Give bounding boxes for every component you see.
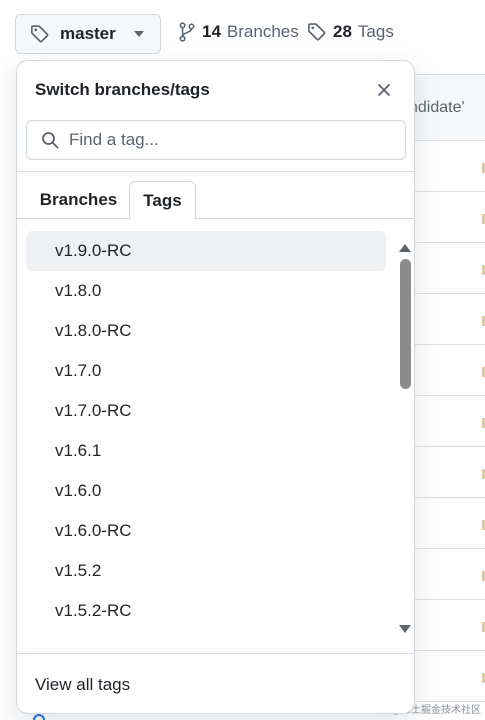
- table-row: [405, 447, 485, 498]
- background-file-table: ndidate': [404, 74, 485, 714]
- list-item[interactable]: v1.5.2: [26, 551, 386, 591]
- list-item[interactable]: v1.6.1: [26, 431, 386, 471]
- status-dot-icon: [33, 714, 45, 720]
- table-row: [405, 192, 485, 243]
- close-icon[interactable]: [372, 78, 396, 102]
- list-item[interactable]: v1.6.0-RC: [26, 511, 386, 551]
- scroll-down-arrow-icon[interactable]: [399, 620, 411, 638]
- table-row: [405, 243, 485, 294]
- search-icon: [41, 131, 59, 149]
- table-row: [405, 396, 485, 447]
- branch-selector-button[interactable]: master: [15, 14, 161, 54]
- tags-label: Tags: [357, 22, 394, 41]
- list-item[interactable]: v1.7.0: [26, 351, 386, 391]
- branches-count: 14: [202, 22, 221, 41]
- list-item[interactable]: v1.5.2-RC: [26, 591, 386, 631]
- scrollbar-thumb[interactable]: [400, 259, 411, 389]
- tab-tags[interactable]: Tags: [129, 181, 196, 220]
- table-row: [405, 651, 485, 702]
- tags-count: 28: [333, 22, 352, 41]
- tag-search-input[interactable]: [69, 130, 369, 150]
- list-item[interactable]: v1.7.0-RC: [26, 391, 386, 431]
- list-item[interactable]: v1.8.0: [26, 271, 386, 311]
- branch-tag-dropdown: Switch branches/tags Branches Tags v1.9.…: [16, 60, 415, 714]
- background-table-header: ndidate': [405, 75, 485, 141]
- dropdown-title: Switch branches/tags: [35, 80, 210, 99]
- list-item[interactable]: v1.8.0-RC: [26, 311, 386, 351]
- chevron-down-icon: [134, 31, 144, 37]
- table-row: [405, 498, 485, 549]
- scroll-up-arrow-icon[interactable]: [399, 239, 411, 257]
- git-branch-icon: [178, 22, 196, 42]
- tags-link[interactable]: 28 Tags: [307, 22, 394, 42]
- tag-list: v1.9.0-RC v1.8.0 v1.8.0-RC v1.7.0 v1.7.0…: [17, 231, 392, 631]
- list-item[interactable]: v1.9.0-RC: [26, 231, 386, 271]
- branches-label: Branches: [226, 22, 299, 41]
- table-row: [405, 600, 485, 651]
- tag-search-box[interactable]: [26, 120, 406, 160]
- tab-branches[interactable]: Branches: [28, 181, 129, 219]
- view-all-tags-link[interactable]: View all tags: [35, 675, 130, 695]
- branch-selector-label: master: [60, 24, 116, 43]
- table-row: [405, 294, 485, 345]
- tag-icon: [30, 24, 50, 44]
- table-row: [405, 549, 485, 600]
- table-row: [405, 345, 485, 396]
- divider: [17, 653, 414, 654]
- branches-link[interactable]: 14 Branches: [178, 22, 299, 42]
- tab-bar: Branches Tags: [17, 181, 414, 220]
- dropdown-header: Switch branches/tags: [17, 61, 414, 119]
- list-item[interactable]: v1.6.0: [26, 471, 386, 511]
- table-row: [405, 141, 485, 192]
- divider: [17, 171, 414, 172]
- tag-icon: [307, 22, 327, 42]
